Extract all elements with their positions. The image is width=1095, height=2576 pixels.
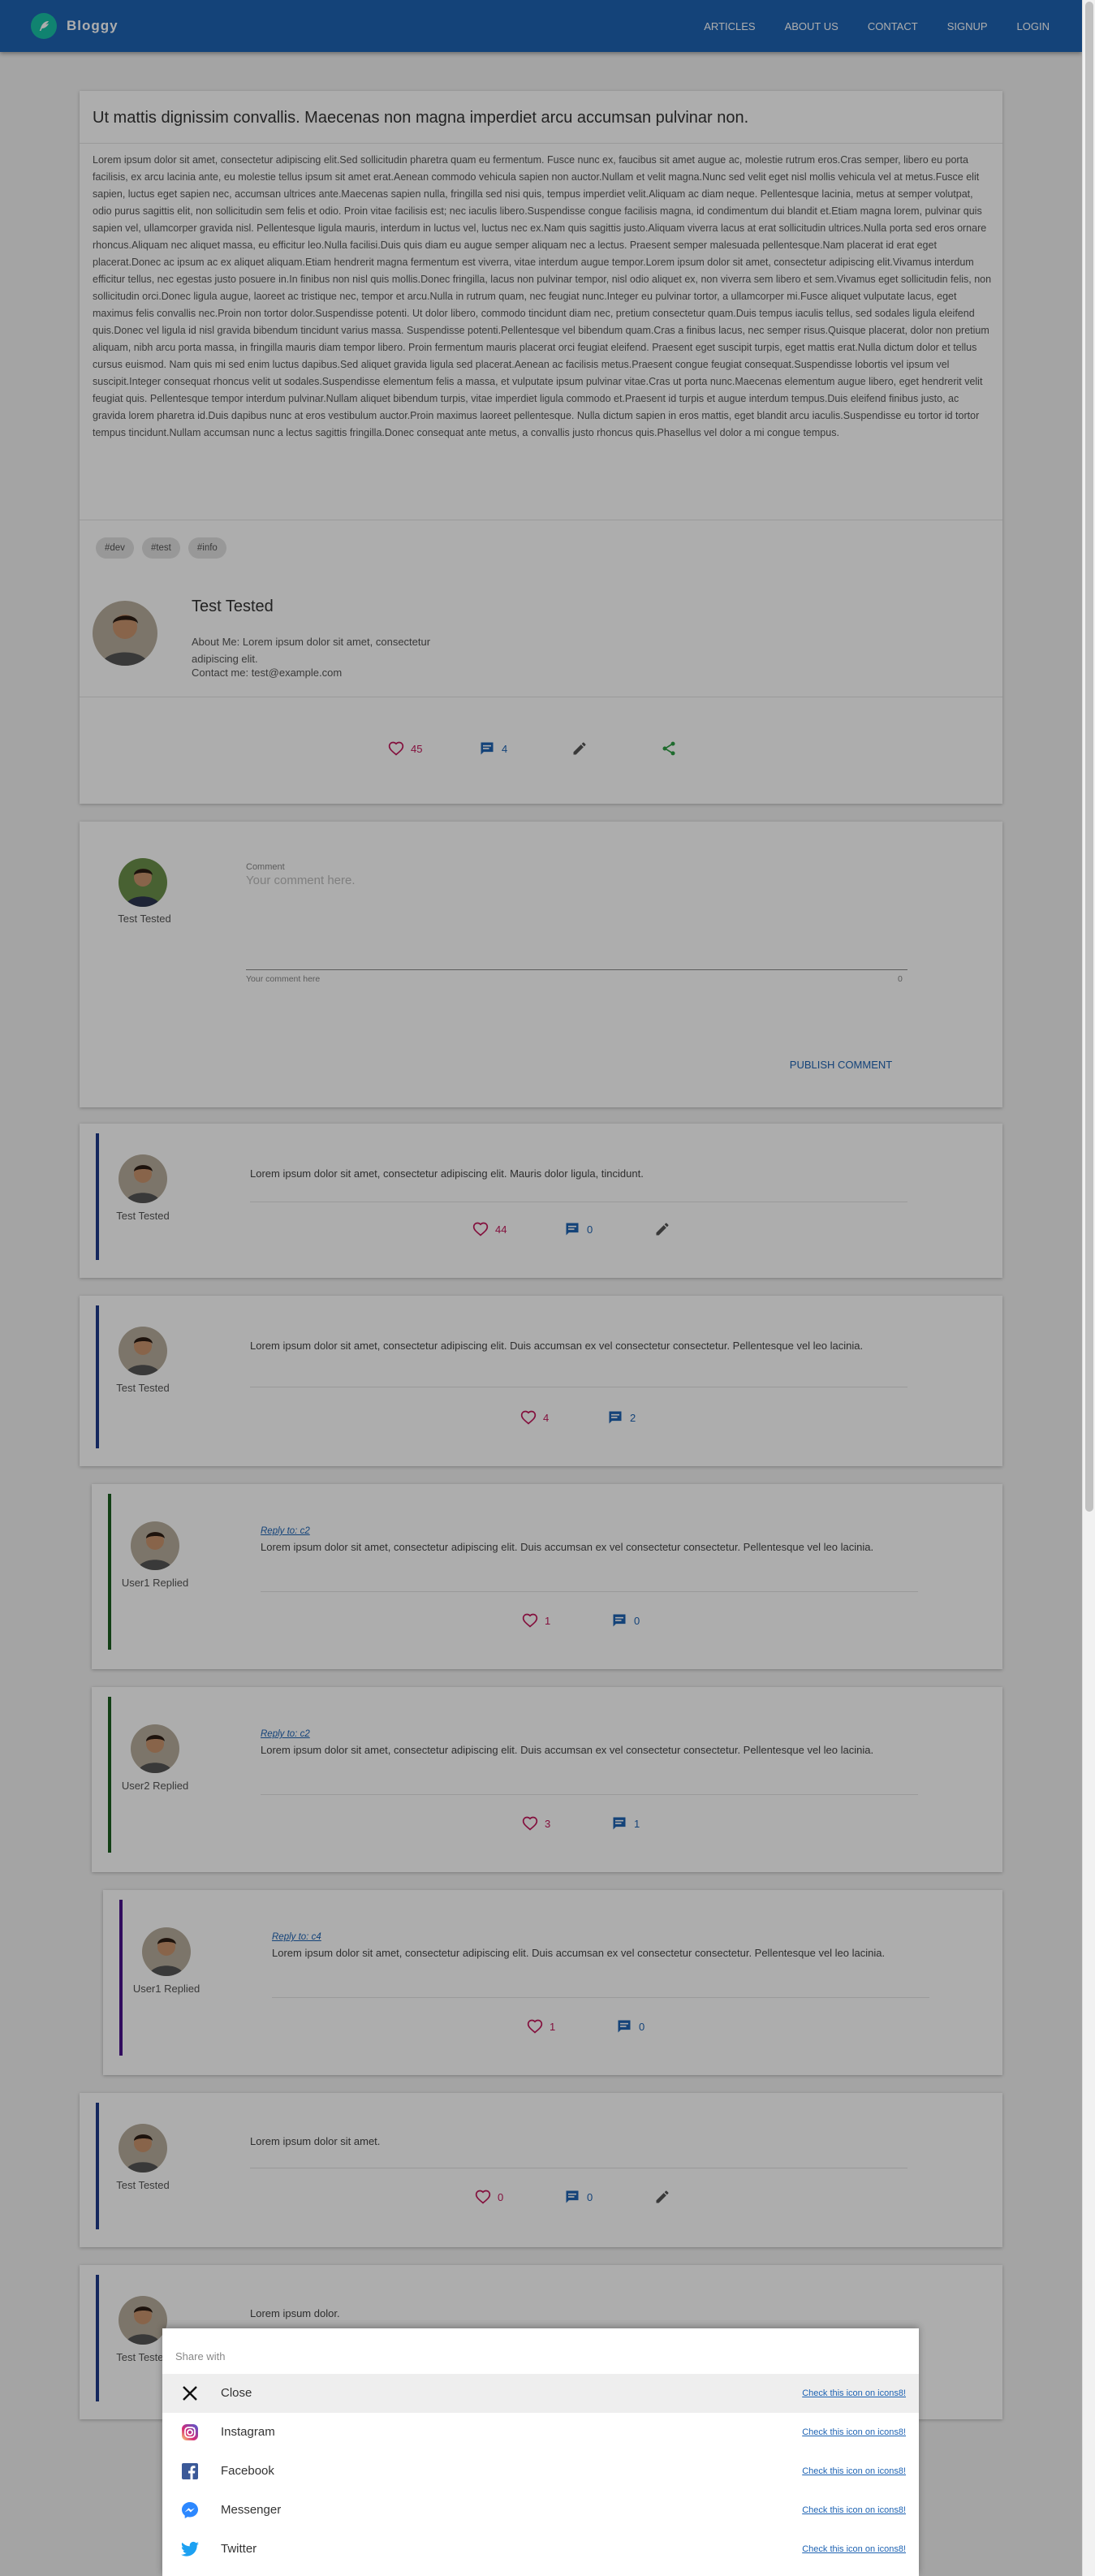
icons8-link[interactable]: Check this icon on icons8! [802, 2388, 906, 2398]
share-item-twitter[interactable]: Twitter Check this icon on icons8! [162, 2530, 919, 2569]
messenger-icon [182, 2502, 198, 2518]
share-item-facebook[interactable]: Facebook Check this icon on icons8! [162, 2452, 919, 2491]
share-sheet: Share with Close Check this icon on icon… [162, 2328, 919, 2576]
share-item-label: Messenger [221, 2503, 282, 2517]
share-item-messenger[interactable]: Messenger Check this icon on icons8! [162, 2491, 919, 2530]
twitter-icon [181, 2541, 199, 2557]
page-scrollbar[interactable] [1082, 0, 1095, 2576]
share-item-label: Close [221, 2386, 252, 2400]
share-item-label: Twitter [221, 2542, 257, 2556]
icons8-link[interactable]: Check this icon on icons8! [802, 2544, 906, 2554]
scrollbar-thumb[interactable] [1085, 2, 1093, 1512]
share-item-close[interactable]: Close Check this icon on icons8! [162, 2374, 919, 2413]
icons8-link[interactable]: Check this icon on icons8! [802, 2505, 906, 2515]
share-item-label: Facebook [221, 2464, 274, 2478]
share-item-instagram[interactable]: Instagram Check this icon on icons8! [162, 2413, 919, 2452]
share-item-label: Instagram [221, 2425, 275, 2439]
close-icon [183, 2386, 197, 2401]
instagram-icon [182, 2424, 198, 2440]
modal-backdrop[interactable] [0, 0, 1082, 2576]
facebook-icon [182, 2463, 198, 2479]
icons8-link[interactable]: Check this icon on icons8! [802, 2466, 906, 2476]
share-sheet-title: Share with [175, 2350, 226, 2362]
icons8-link[interactable]: Check this icon on icons8! [802, 2427, 906, 2437]
